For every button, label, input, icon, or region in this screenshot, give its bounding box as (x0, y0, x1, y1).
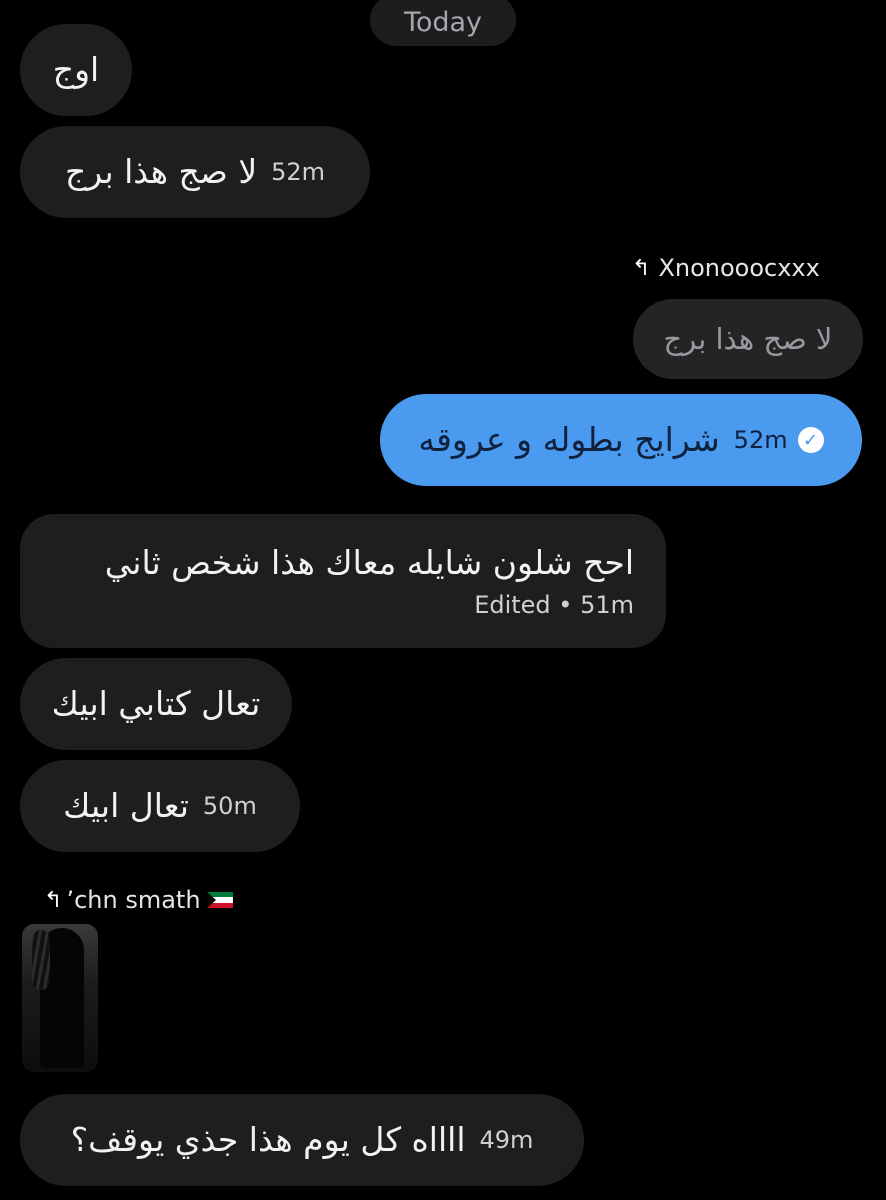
message-text: احح شلون شايله معاك هذا شخص ثاني (104, 543, 634, 583)
message-text: تعال كتابي ابيك (51, 684, 261, 724)
message-meta: Edited • 51m (474, 590, 634, 619)
message-time: 52m (733, 426, 788, 454)
message-bubble[interactable]: تعال ابيك 50m (20, 760, 300, 852)
quoted-photo-thumbnail[interactable] (22, 924, 98, 1072)
message-bubble[interactable]: تعال كتابي ابيك (20, 658, 292, 750)
quoted-text: لا صج هذا برج (663, 321, 833, 356)
reply-to-label: ↰ ʼchn smath (44, 886, 233, 914)
chat-screen: Today اوج لا صج هذا برج 52m ↰ Xnonooocxx… (0, 0, 886, 1200)
read-check-icon: ✓ (797, 427, 824, 453)
message-text: شرايج بطوله و عروقه (418, 420, 720, 460)
message-time: 49m (479, 1126, 534, 1154)
date-separator-label: Today (403, 6, 483, 38)
message-text: تعال ابيك (63, 786, 189, 826)
message-time: 50m (202, 792, 257, 820)
quoted-message[interactable]: لا صج هذا برج (633, 299, 863, 379)
date-separator: Today (370, 0, 516, 46)
message-bubble[interactable]: اوج (20, 24, 132, 116)
reply-to-name: Xnonooocxxx (658, 254, 820, 282)
reply-to-label: ↰ Xnonooocxxx (632, 254, 820, 282)
message-text: اوج (52, 50, 100, 90)
message-bubble[interactable]: لا صج هذا برج 52m (20, 126, 370, 218)
reply-arrow-icon: ↰ (632, 255, 651, 281)
message-bubble[interactable]: احح شلون شايله معاك هذا شخص ثاني Edited … (20, 514, 666, 648)
reply-to-name: ʼchn smath (66, 886, 201, 914)
reply-arrow-icon: ↰ (44, 887, 63, 913)
message-text: لا صج هذا برج (64, 152, 258, 192)
photo-detail (32, 930, 50, 990)
message-bubble[interactable]: ااااه كل يوم هذا جذي يوقف؟ 49m (20, 1094, 584, 1186)
outgoing-message-bubble[interactable]: شرايج بطوله و عروقه 52m ✓ (380, 394, 862, 486)
kuwait-flag-icon (206, 891, 233, 909)
message-text: ااااه كل يوم هذا جذي يوقف؟ (70, 1120, 466, 1160)
message-time: 52m (271, 158, 326, 186)
